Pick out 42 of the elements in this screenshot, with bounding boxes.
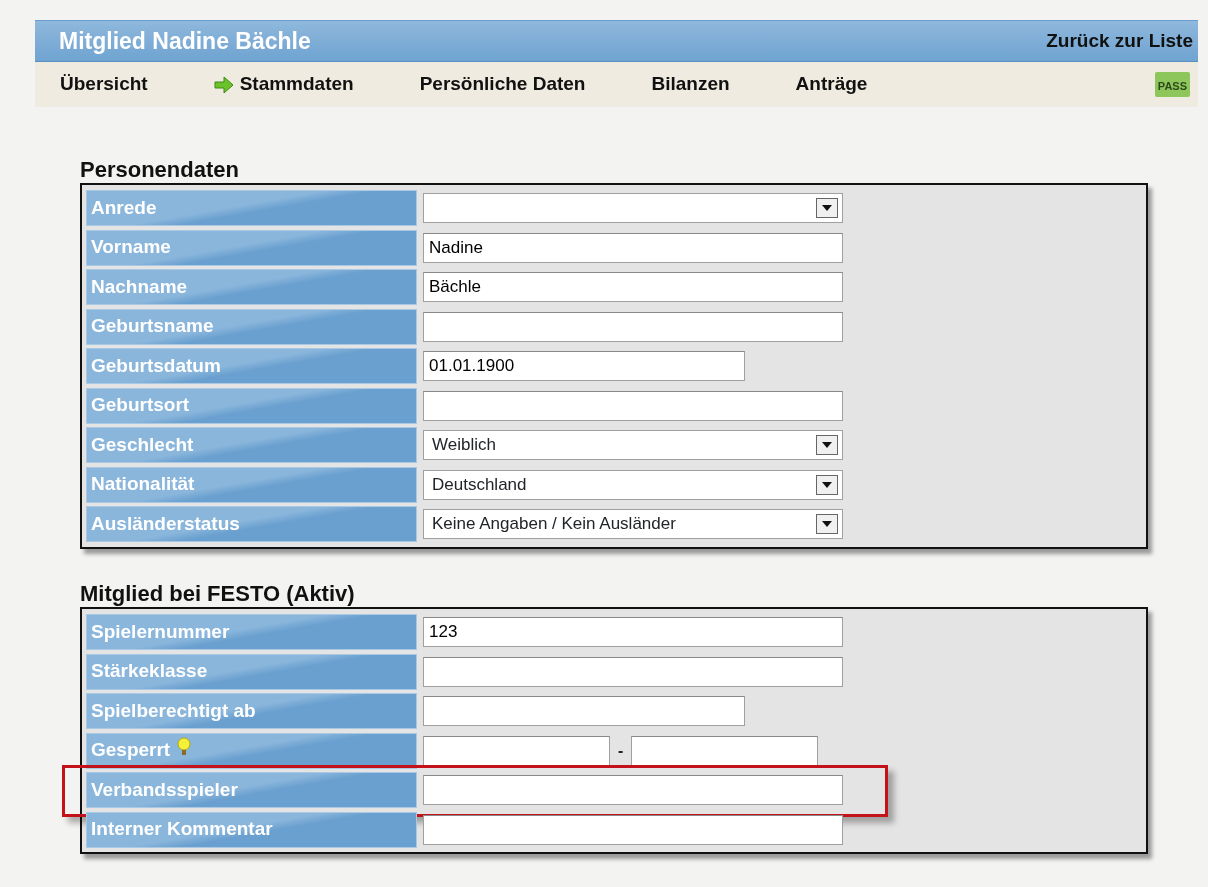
input-field[interactable]	[423, 735, 610, 766]
dropdown-field[interactable]: Deutschland	[423, 469, 843, 500]
nav-tab[interactable]: Bilanzen	[651, 70, 730, 99]
dropdown-field[interactable]: Weiblich	[423, 430, 843, 461]
range-separator: -	[618, 740, 624, 761]
field-label: Nachname	[86, 269, 417, 306]
page-title: Mitglied Nadine Bächle	[59, 26, 311, 56]
field-label: Geburtsort	[86, 387, 417, 424]
input-field[interactable]: 01.01.1900	[423, 351, 745, 382]
field-label: Interner Kommentar	[86, 811, 417, 848]
field-label: Geburtsdatum	[86, 348, 417, 385]
input-field[interactable]: Bächle	[423, 272, 843, 303]
input-field[interactable]	[423, 696, 745, 727]
section-heading: Mitglied bei FESTO (Aktiv)	[80, 580, 356, 608]
field-label: Geburtsname	[86, 308, 417, 345]
input-field[interactable]	[423, 311, 843, 342]
arrow-icon	[213, 75, 234, 94]
nav-tab[interactable]: Persönliche Daten	[419, 70, 586, 99]
input-field[interactable]	[631, 735, 819, 766]
dropdown-field[interactable]	[423, 193, 843, 224]
nav-tab[interactable]: Stammdaten	[213, 70, 354, 99]
field-label: Anrede	[86, 190, 417, 227]
input-field[interactable]	[423, 390, 843, 421]
field-label: Nationalität	[86, 466, 417, 503]
pass-badge[interactable]: PASS	[1154, 72, 1190, 97]
field-label: Vorname	[86, 229, 417, 266]
nav-tab[interactable]: Anträge	[795, 70, 868, 99]
section-heading: Personendaten	[80, 157, 240, 184]
input-field[interactable]	[423, 814, 843, 845]
input-field[interactable]	[423, 775, 843, 806]
input-field[interactable]	[423, 656, 843, 687]
input-field[interactable]: Nadine	[423, 232, 843, 263]
field-label: Geschlecht	[86, 427, 417, 464]
field-label: Stärkeklasse	[86, 653, 417, 690]
dropdown-field[interactable]: Keine Angaben / Kein Ausländer	[423, 509, 843, 540]
field-label: Verbandsspieler	[86, 772, 417, 809]
back-link[interactable]: Zurück zur Liste	[1046, 26, 1193, 56]
nav-tab[interactable]: Übersicht	[60, 70, 148, 99]
field-label: Ausländerstatus	[86, 506, 417, 543]
field-label: Spielernummer	[86, 614, 417, 651]
input-field[interactable]: 123	[423, 617, 843, 648]
field-label: Spielberechtigt ab	[86, 693, 417, 730]
